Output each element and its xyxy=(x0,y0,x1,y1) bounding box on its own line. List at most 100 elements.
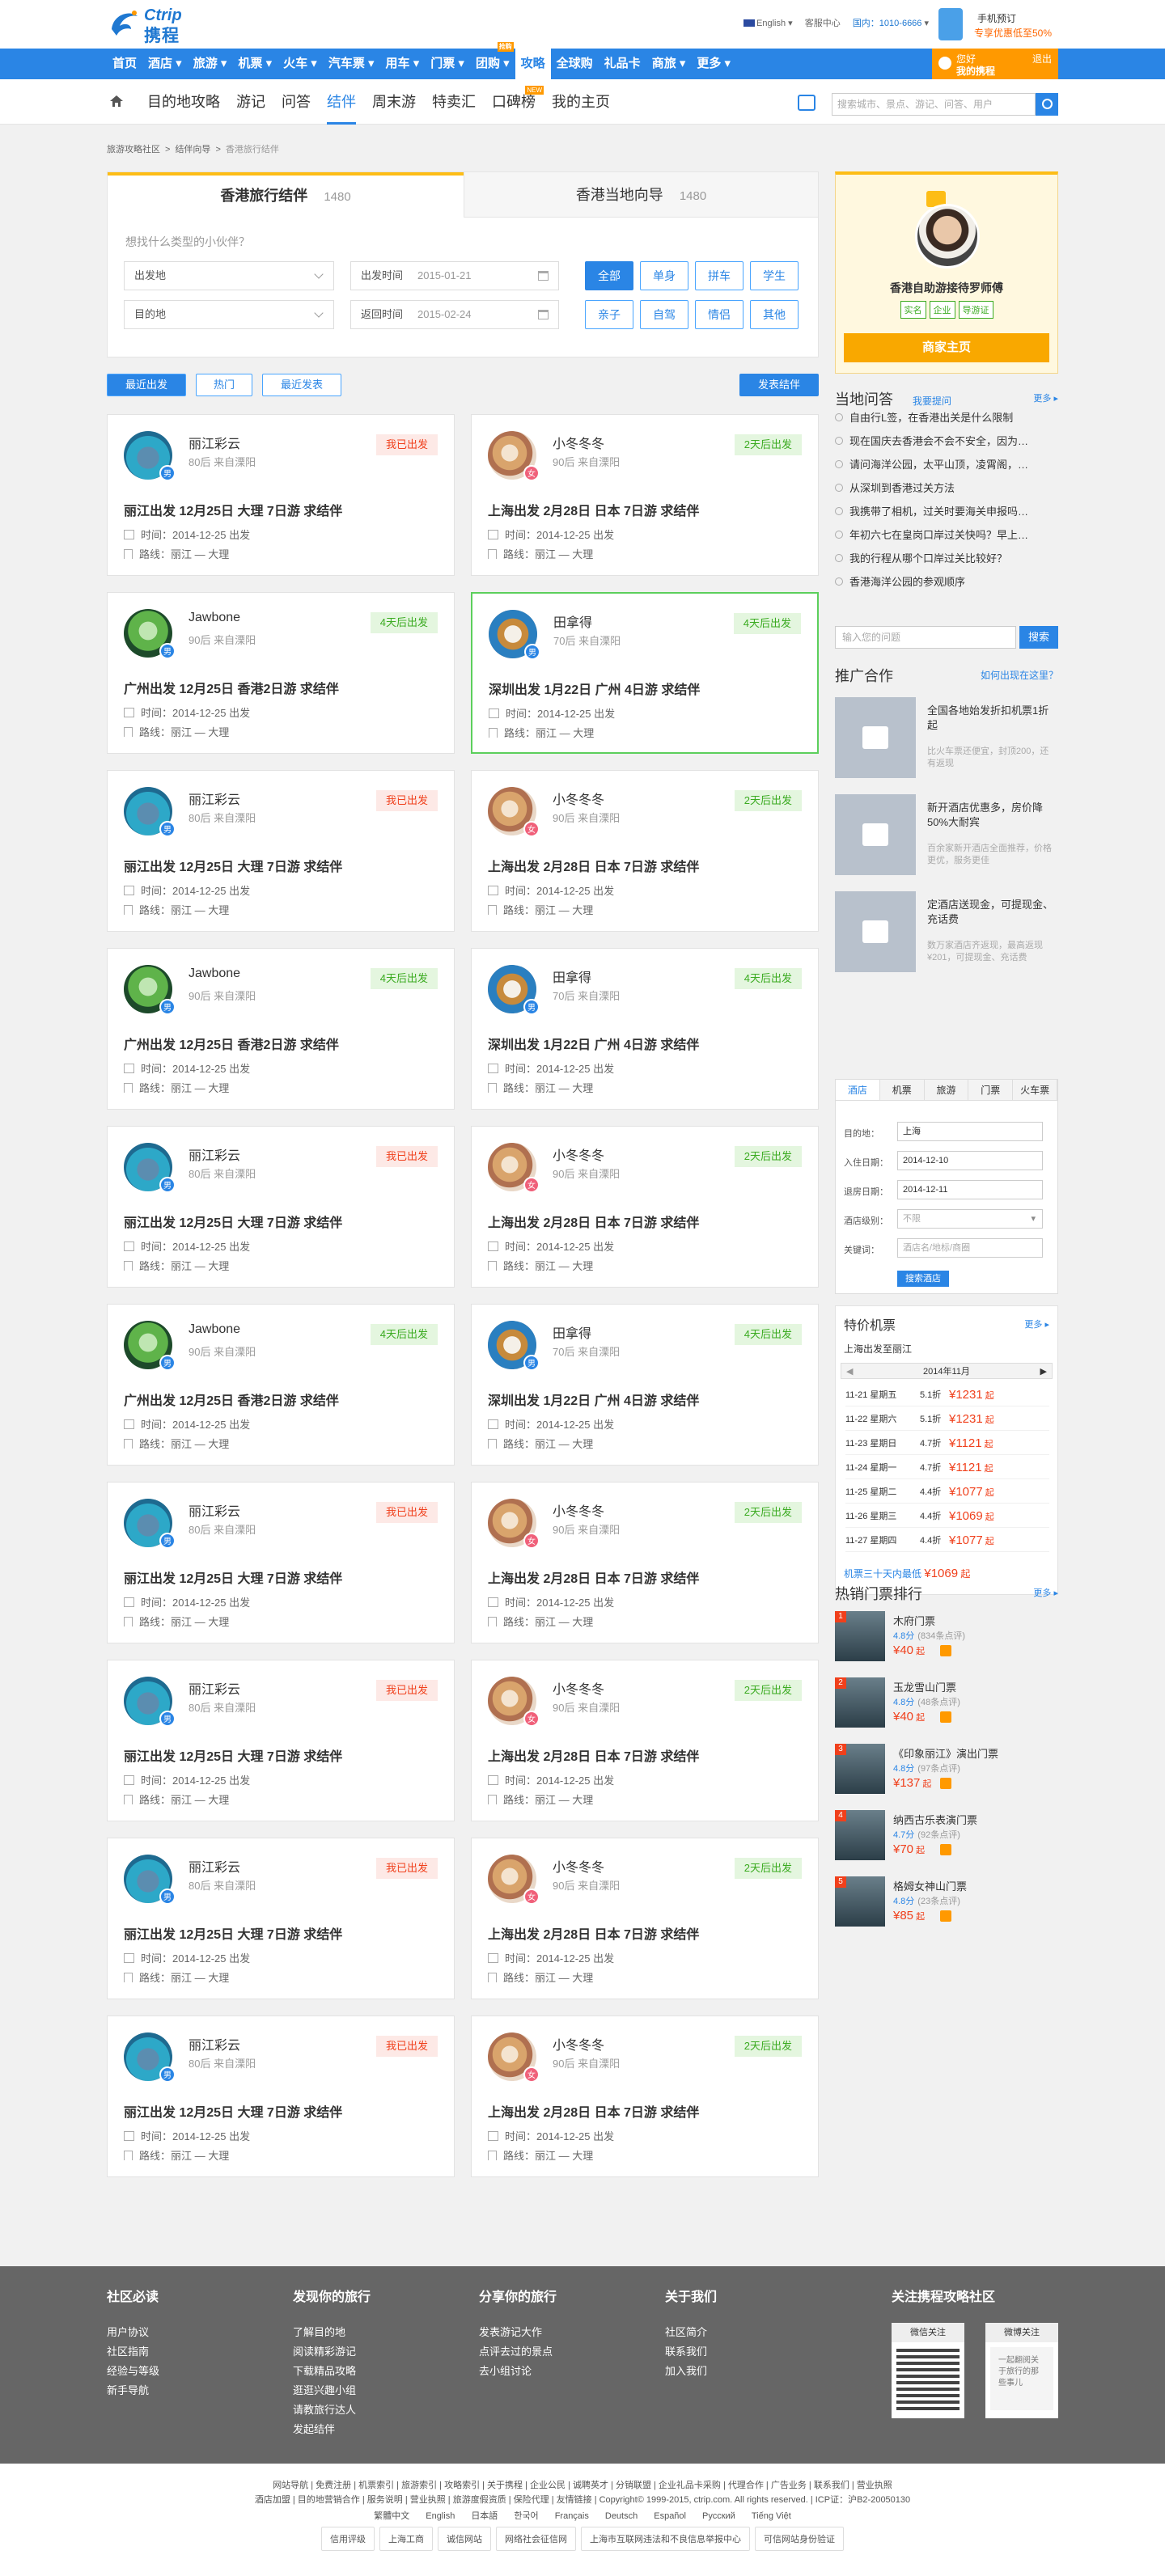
user-name[interactable]: Jawbone xyxy=(189,611,240,625)
partner-card[interactable]: 男 Jawbone 90后 来自溧阳 4天后出发 广州出发 12月25日 香港2日游 求… xyxy=(107,948,455,1110)
footer-link[interactable]: 联系我们 xyxy=(665,2342,717,2362)
partner-card[interactable]: 男丽江彩云 80后 来自溧阳 我已出发 丽江出发 12月25日 大理 7日游 求结伴时… xyxy=(107,1482,455,1643)
write-post-icon[interactable] xyxy=(798,95,816,111)
bottom-links-1[interactable]: 网站导航 | 免费注册 | 机票索引 | 旅游索引 | 攻略索引 | 关于携程 … xyxy=(0,2478,1165,2491)
trip-title[interactable]: 丽江出发 12月25日 大理 7日游 求结伴 xyxy=(124,1745,342,1765)
logout-link[interactable]: 退出 xyxy=(1032,52,1052,66)
footer-link[interactable]: 加入我们 xyxy=(665,2362,717,2381)
flights-more-link[interactable]: 更多 ▸ xyxy=(1024,1318,1049,1330)
language-link[interactable]: Français xyxy=(555,2511,589,2521)
sort-recent-post[interactable]: 最近发表 xyxy=(262,374,341,396)
ticket-item[interactable]: 5 格姆女神山门票 4.8分 (23条点评) ¥85 起 xyxy=(835,1876,1058,1933)
wechat-qr[interactable]: 微信关注 xyxy=(892,2323,964,2418)
partner-card[interactable]: 男丽江彩云 80后 来自溧阳 我已出发 丽江出发 12月25日 大理 7日游 求结伴时… xyxy=(107,2016,455,2177)
user-name[interactable]: 田拿得 xyxy=(553,1322,591,1342)
user-name[interactable]: 小冬冬冬 xyxy=(553,789,604,808)
cart-icon[interactable] xyxy=(940,1844,951,1855)
trip-title[interactable]: 丽江出发 12月25日 大理 7日游 求结伴 xyxy=(124,500,342,519)
nav-item[interactable]: 首页 xyxy=(107,49,142,79)
weibo-qr[interactable]: 微博关注 一起翻阅关于旅行的那些事儿 xyxy=(985,2323,1058,2418)
trip-title[interactable]: 丽江出发 12月25日 大理 7日游 求结伴 xyxy=(124,856,342,875)
next-month-icon[interactable]: ▶ xyxy=(1040,1364,1047,1380)
promo-how-link[interactable]: 如何出现在这里？ xyxy=(981,668,1058,682)
language-link[interactable]: Deutsch xyxy=(605,2511,638,2521)
flight-row[interactable]: 11-21 星期五 5.1折 ¥1231 起 xyxy=(845,1384,1049,1406)
language-link[interactable]: 日本語 xyxy=(471,2511,498,2521)
subnav-item[interactable]: 我的主页 xyxy=(544,79,618,125)
trust-badge[interactable]: 网络社会征信网 xyxy=(496,2527,576,2551)
trip-title[interactable]: 上海出发 2月28日 日本 7日游 求结伴 xyxy=(488,1212,699,1231)
booking-tab[interactable]: 火车票 xyxy=(1013,1080,1057,1100)
partner-card[interactable]: 男丽江彩云 80后 来自溧阳 我已出发 丽江出发 12月25日 大理 7日游 求结伴时… xyxy=(107,1838,455,1999)
ticket-name[interactable]: 纳西古乐表演门票 xyxy=(893,1812,977,1827)
booking-tab[interactable]: 门票 xyxy=(968,1080,1014,1100)
footer-link[interactable]: 社区指南 xyxy=(107,2342,159,2362)
nav-item[interactable]: 更多 ▾ xyxy=(691,49,736,79)
footer-link[interactable]: 点评去过的景点 xyxy=(479,2342,557,2362)
trust-badge[interactable]: 信用评级 xyxy=(321,2527,375,2551)
flight-row[interactable]: 11-23 星期日 4.7折 ¥1121 起 xyxy=(845,1432,1049,1455)
footer-link[interactable]: 用户协议 xyxy=(107,2323,159,2342)
ctrip-logo[interactable]: Ctrip 携程 xyxy=(107,5,196,45)
breadcrumb-partners[interactable]: 结伴向导 xyxy=(175,145,210,154)
ticket-name[interactable]: 《印象丽江》演出门票 xyxy=(893,1745,998,1761)
user-name[interactable]: 丽江彩云 xyxy=(189,1500,240,1520)
partner-card[interactable]: 男丽江彩云 80后 来自溧阳 我已出发 丽江出发 12月25日 大理 7日游 求结伴时… xyxy=(107,1660,455,1821)
subnav-item[interactable]: 游记 xyxy=(228,79,273,125)
qa-item[interactable]: 现在国庆去香港会不会不安全，因为… xyxy=(835,429,1053,453)
tab-hk-local-guide[interactable]: 香港当地向导 1480 xyxy=(464,172,818,218)
hotel-search-button[interactable]: 搜索酒店 xyxy=(897,1271,949,1287)
language-link[interactable]: 繁體中文 xyxy=(374,2511,409,2521)
qa-item[interactable]: 自由行L签，在香港出关是什么限制 xyxy=(835,406,1053,429)
type-chip[interactable]: 情侣 xyxy=(695,300,743,329)
footer-link[interactable]: 请教旅行达人 xyxy=(293,2400,371,2420)
footer-link[interactable]: 发起结伴 xyxy=(293,2420,371,2439)
cart-icon[interactable] xyxy=(940,1778,951,1789)
partner-card[interactable]: 男田拿得 70后 来自溧阳 4天后出发 深圳出发 1月22日 广州 4日游 求结伴 时间… xyxy=(471,1304,819,1466)
footer-link[interactable]: 发表游记大作 xyxy=(479,2323,557,2342)
footer-link[interactable]: 了解目的地 xyxy=(293,2323,371,2342)
flight-row[interactable]: 11-25 星期二 4.4折 ¥1077 起 xyxy=(845,1481,1049,1504)
phone-number[interactable]: 国内：1010-6666 xyxy=(853,19,922,28)
departure-select[interactable]: 出发地 xyxy=(124,261,334,290)
promo-item-title[interactable]: 定酒店送现金，可提现金、充话费 xyxy=(927,898,1057,927)
promo-item[interactable]: 定酒店送现金，可提现金、充话费 数万家酒店齐返现，最高返现¥201，可提现金、充话… xyxy=(835,891,1058,974)
ticket-item[interactable]: 2 玉龙雪山门票 4.8分 (48条点评) ¥40 起 xyxy=(835,1677,1058,1734)
user-name[interactable]: 小冬冬冬 xyxy=(553,1678,604,1698)
trip-title[interactable]: 上海出发 2月28日 日本 7日游 求结伴 xyxy=(488,1745,699,1765)
promo-item-title[interactable]: 全国各地始发折扣机票1折起 xyxy=(927,704,1057,733)
language-link[interactable]: Pусский xyxy=(702,2511,735,2521)
trip-title[interactable]: 深圳出发 1月22日 广州 4日游 求结伴 xyxy=(488,1034,699,1053)
user-name[interactable]: Jawbone xyxy=(189,967,240,981)
trust-badge[interactable]: 诚信网站 xyxy=(438,2527,491,2551)
promo-item-title[interactable]: 新开酒店优惠多，房价降50%大耐宾 xyxy=(927,801,1057,830)
user-name[interactable]: 丽江彩云 xyxy=(189,1144,240,1164)
trip-title[interactable]: 广州出发 12月25日 香港2日游 求结伴 xyxy=(124,1034,339,1053)
subnav-item[interactable]: 结伴 xyxy=(319,79,364,125)
user-name[interactable]: 小冬冬冬 xyxy=(553,433,604,452)
nav-item[interactable]: 攻略 xyxy=(515,49,551,79)
mobile-app-promo[interactable]: 手机预订 专享优惠低至50% xyxy=(938,6,1058,44)
depart-date-field[interactable]: 出发时间 2015-01-21 xyxy=(350,261,559,290)
trip-title[interactable]: 上海出发 2月28日 日本 7日游 求结伴 xyxy=(488,856,699,875)
ticket-item[interactable]: 4 纳西古乐表演门票 4.7分 (92条点评) ¥70 起 xyxy=(835,1810,1058,1867)
checkout-input[interactable]: 2014-12-11 xyxy=(897,1180,1043,1199)
trip-title[interactable]: 深圳出发 1月22日 广州 4日游 求结伴 xyxy=(488,1390,699,1409)
partner-card[interactable]: 女小冬冬冬 90后 来自溧阳 2天后出发 上海出发 2月28日 日本 7日游 求结伴时… xyxy=(471,770,819,932)
qa-item[interactable]: 从深圳到香港过关方法 xyxy=(835,476,1053,500)
footer-link[interactable]: 阅读精彩游记 xyxy=(293,2342,371,2362)
post-partner-button[interactable]: 发表结伴 xyxy=(739,374,819,396)
user-name[interactable]: 丽江彩云 xyxy=(189,2034,240,2054)
sort-latest-depart[interactable]: 最近出发 xyxy=(107,374,186,396)
subnav-item[interactable]: 目的地攻略 xyxy=(139,79,228,125)
nav-item[interactable]: 用车 ▾ xyxy=(380,49,426,79)
question-input[interactable]: 输入您的问题 xyxy=(835,626,1016,649)
language-link[interactable]: Español xyxy=(654,2511,686,2521)
type-chip[interactable]: 全部 xyxy=(585,261,633,290)
checkin-input[interactable]: 2014-12-10 xyxy=(897,1151,1043,1170)
home-icon[interactable] xyxy=(110,95,123,107)
guide-title[interactable]: 香港自助游接待罗师傅 xyxy=(836,280,1057,296)
partner-card[interactable]: 男丽江彩云 80后 来自溧阳 我已出发 丽江出发 12月25日 大理 7日游 求结伴时… xyxy=(107,414,455,576)
footer-link[interactable]: 逛逛兴趣小组 xyxy=(293,2381,371,2400)
flight-row[interactable]: 11-26 星期三 4.4折 ¥1069 起 xyxy=(845,1505,1049,1528)
